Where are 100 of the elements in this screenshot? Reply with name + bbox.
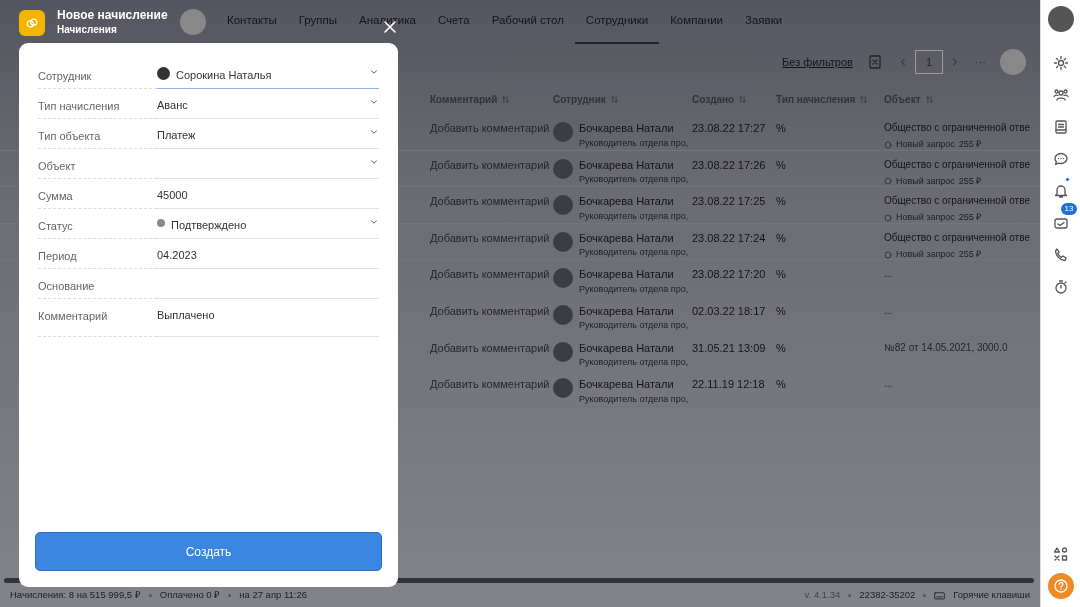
field-label: Комментарий <box>38 299 157 337</box>
table-cell: 23.08.22 17:20 <box>692 268 766 281</box>
status-text: Оплачено 0 ₽ <box>159 587 221 602</box>
comment-link[interactable]: Добавить комментарий <box>430 341 550 354</box>
table-cell-text: ... <box>884 267 894 282</box>
employee-position: Руководитель отдела про, <box>579 282 689 296</box>
amount-text: 255 ₽ <box>958 138 982 151</box>
employee-position: Руководитель отдела про, <box>579 209 689 223</box>
comment-link[interactable]: Добавить комментарий <box>430 231 550 244</box>
bell-icon[interactable] <box>1052 182 1069 199</box>
column-header[interactable]: Сотрудник <box>553 91 606 107</box>
hotkeys-link[interactable]: Горячие клавиши <box>953 587 1030 603</box>
employee-position: Руководитель отдела про, <box>579 136 689 150</box>
avatar <box>553 231 573 252</box>
avatar <box>553 304 573 325</box>
phone-icon[interactable] <box>1052 246 1069 263</box>
column-header[interactable]: Объект <box>884 91 921 107</box>
filter-link[interactable]: Без фильтров <box>782 53 853 71</box>
employee-name: Бочкарева Натали <box>579 121 675 136</box>
table-cell-text: Общество с ограниченной отве <box>884 230 1031 245</box>
nav-tab[interactable]: Компании <box>659 0 734 44</box>
avatar <box>553 341 573 362</box>
input-field[interactable]: 45000 <box>157 179 379 209</box>
build-text: 22382-35202 <box>859 587 916 602</box>
book-icon[interactable] <box>1052 118 1069 135</box>
table-cell: 22.11.19 12:18 <box>692 378 765 391</box>
nav-tab[interactable]: Сотрудники <box>574 0 660 44</box>
nav-tab[interactable]: Контакты <box>216 0 288 44</box>
employee-name: Бочкарева Натали <box>579 157 675 173</box>
select-field[interactable]: Платеж <box>157 119 379 149</box>
table-cell: % <box>776 158 786 171</box>
settings-icon[interactable] <box>1052 54 1069 71</box>
chat-icon[interactable] <box>1052 150 1069 167</box>
employee-position: Руководитель отдела про, <box>579 246 689 260</box>
field-label: Тип начисления <box>38 89 157 119</box>
table-cell: % <box>776 122 786 134</box>
nav-tab[interactable]: Заявки <box>734 0 794 44</box>
keyboard-icon <box>934 589 946 601</box>
field-label: Статус <box>38 209 157 239</box>
table-cell: 23.08.22 17:26 <box>692 158 766 171</box>
avatar <box>157 67 170 80</box>
dialog-subtitle: Начисления <box>57 23 118 38</box>
version-text: v. 4.1.34 <box>804 587 841 602</box>
table-cell: % <box>776 378 786 391</box>
input-field[interactable]: 04.2023 <box>157 239 379 269</box>
chevron-down-icon <box>369 217 379 227</box>
question-icon <box>1052 578 1069 594</box>
user-avatar[interactable] <box>1047 6 1074 32</box>
field-label: Объект <box>38 149 157 179</box>
table-cell: 31.05.21 13:09 <box>692 341 766 354</box>
field-label: Основание <box>38 269 157 299</box>
select-field[interactable]: Сорокина Наталья <box>157 59 379 89</box>
chevron-down-icon <box>369 127 379 137</box>
nav-tab[interactable]: Рабочий стол <box>480 0 575 44</box>
logo-icon <box>180 9 206 35</box>
nav-tab[interactable]: Группы <box>287 0 348 44</box>
nav-tab[interactable]: Аналитика <box>348 0 427 44</box>
field-label: Тип объекта <box>38 119 157 149</box>
employee-position: Руководитель отдела про, <box>579 319 689 333</box>
more-button[interactable]: ··· <box>975 53 986 71</box>
field-label: Сумма <box>38 179 157 209</box>
table-cell-text: ... <box>884 377 894 392</box>
column-header[interactable]: Комментарий <box>430 91 498 107</box>
stopwatch-icon[interactable] <box>1052 278 1069 295</box>
table-cell: % <box>776 231 786 244</box>
comment-link[interactable]: Добавить комментарий <box>430 122 550 134</box>
avatar <box>553 268 573 289</box>
users-icon[interactable] <box>1052 86 1069 103</box>
avatar <box>553 378 573 399</box>
comment-link[interactable]: Добавить комментарий <box>430 158 550 171</box>
field-label: Сотрудник <box>38 59 157 89</box>
column-header[interactable]: Создано <box>692 91 735 107</box>
count-badge: 13 <box>1060 203 1078 215</box>
select-field[interactable]: Аванс <box>157 89 379 119</box>
comment-link[interactable]: Добавить комментарий <box>430 268 550 281</box>
create-button[interactable]: Создать <box>35 532 382 571</box>
comment-link[interactable]: Добавить комментарий <box>430 304 550 317</box>
table-cell: 23.08.22 17:25 <box>692 195 766 208</box>
comment-link[interactable]: Добавить комментарий <box>430 378 550 391</box>
chevron-down-icon <box>369 157 379 167</box>
dialog-title: Новое начисление <box>57 8 168 23</box>
select-field[interactable]: Подтверждено <box>157 209 379 239</box>
table-cell-text: Общество с ограниченной отве <box>884 121 1031 135</box>
link-icon <box>25 15 39 30</box>
page-number[interactable]: 1 <box>914 49 943 75</box>
status-icon <box>884 250 892 259</box>
status-text: Начисления: 8 на 515 999,5 ₽ <box>10 587 141 602</box>
employee-position: Руководитель отдела про, <box>579 356 689 370</box>
table-cell-text: №82 от 14.05.2021, 3000.0 <box>884 340 1009 355</box>
comment-link[interactable]: Добавить комментарий <box>430 195 550 208</box>
avatar <box>553 122 573 142</box>
column-header[interactable]: Тип начисления <box>776 91 856 107</box>
nav-tab[interactable]: Счета <box>426 0 481 44</box>
table-cell: % <box>776 341 786 354</box>
amount-text: 255 ₽ <box>958 174 982 188</box>
avatar <box>553 195 573 216</box>
status-text: Новый запрос <box>896 247 955 261</box>
input-field[interactable]: Выплачено <box>157 299 379 337</box>
shapes-icon[interactable] <box>1052 545 1069 562</box>
employee-name: Бочкарева Натали <box>579 230 675 246</box>
